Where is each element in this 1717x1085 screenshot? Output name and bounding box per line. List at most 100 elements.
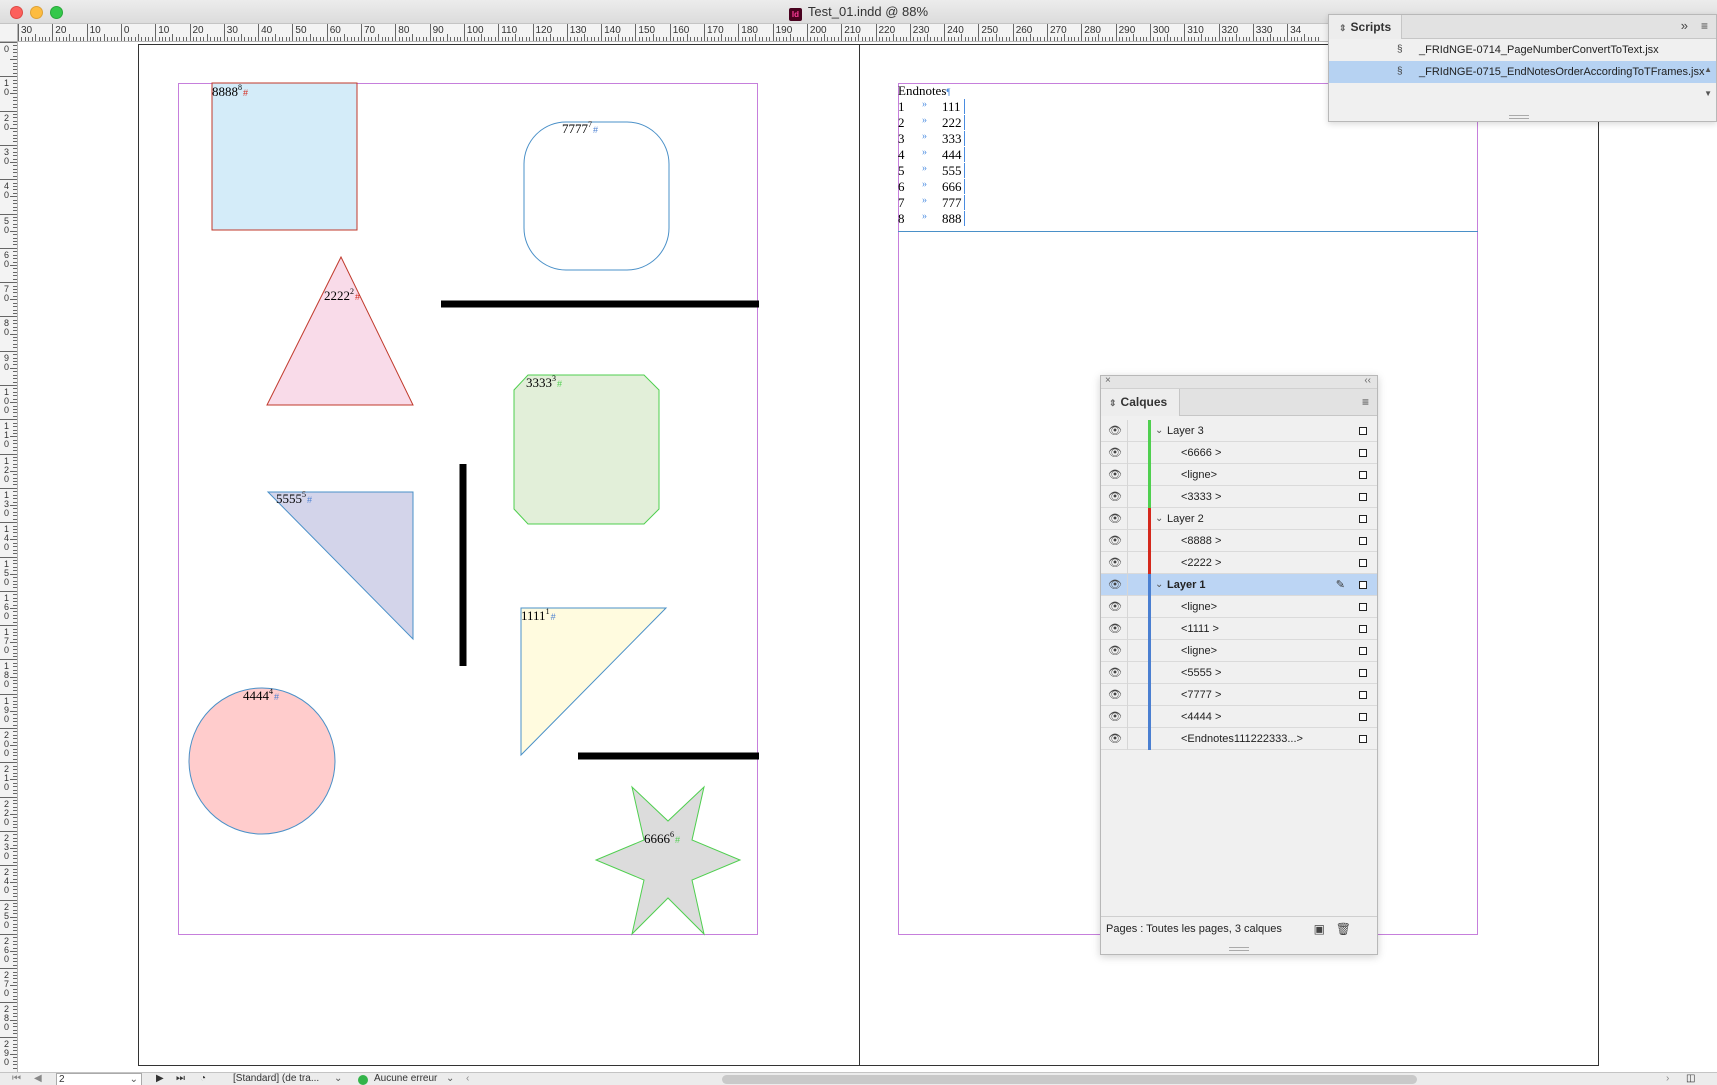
label-1111[interactable]: 11111# [521, 607, 556, 624]
layers-tab[interactable]: ⇕ Calques [1101, 389, 1181, 416]
document-canvas[interactable]: 88888# 77777# 22222# 33333# 55555# 11111… [18, 42, 1717, 1072]
lock-toggle[interactable] [1128, 618, 1148, 640]
select-target-box[interactable] [1359, 735, 1367, 743]
visibility-eye-icon[interactable]: 👁 [1106, 684, 1124, 706]
layer-row-layer3[interactable]: 👁 ⌄ Layer 3 [1101, 420, 1377, 442]
trash-icon[interactable]: 🗑 [1336, 917, 1351, 941]
previous-page-icon[interactable]: ◀ [34, 1073, 42, 1084]
next-page-icon[interactable]: ▶ [156, 1073, 164, 1084]
visibility-eye-icon[interactable]: 👁 [1106, 574, 1124, 596]
layer-item-row[interactable]: 👁 <5555 > [1101, 662, 1377, 684]
scroll-arrow-icon[interactable]: ▲ [1704, 65, 1712, 74]
select-target-box[interactable] [1359, 603, 1367, 611]
layer-item-row[interactable]: 👁 <4444 > [1101, 706, 1377, 728]
label-8888[interactable]: 88888# [212, 83, 248, 100]
disclosure-triangle-icon[interactable]: ⌄ [1155, 574, 1163, 596]
lock-toggle[interactable] [1128, 574, 1148, 596]
panel-menu-icon[interactable]: ≡ [1362, 395, 1369, 409]
select-target-box[interactable] [1359, 537, 1367, 545]
lock-toggle[interactable] [1128, 662, 1148, 684]
lock-toggle[interactable] [1128, 442, 1148, 464]
select-target-box[interactable] [1359, 449, 1367, 457]
layer-item-row[interactable]: 👁 <ligne> [1101, 640, 1377, 662]
lock-toggle[interactable] [1128, 596, 1148, 618]
select-target-box[interactable] [1359, 625, 1367, 633]
script-item[interactable]: § _FRIdNGE-0714_PageNumberConvertToText.j… [1329, 39, 1716, 61]
label-4444[interactable]: 44444# [243, 687, 279, 704]
chevron-down-icon[interactable]: ⌄ [334, 1073, 342, 1084]
horizontal-scrollbar[interactable] [722, 1075, 1417, 1084]
lock-toggle[interactable] [1128, 684, 1148, 706]
select-target-box[interactable] [1359, 559, 1367, 567]
resize-grip[interactable] [1509, 115, 1529, 119]
visibility-eye-icon[interactable]: 👁 [1106, 530, 1124, 552]
lock-toggle[interactable] [1128, 706, 1148, 728]
select-target-box[interactable] [1359, 691, 1367, 699]
layer-item-row[interactable]: 👁 <Endnotes111222333...> [1101, 728, 1377, 750]
new-layer-icon[interactable]: ▣ [1314, 917, 1325, 941]
select-target-box[interactable] [1359, 647, 1367, 655]
script-item-selected[interactable]: § _FRIdNGE-0715_EndNotesOrderAccordingToT… [1329, 61, 1716, 83]
resize-grip[interactable] [1229, 947, 1249, 951]
visibility-eye-icon[interactable]: 👁 [1106, 442, 1124, 464]
select-target-box[interactable] [1359, 515, 1367, 523]
first-page-icon[interactable]: ⏮ [12, 1073, 21, 1084]
select-target-box[interactable] [1359, 427, 1367, 435]
layer-item-row[interactable]: 👁 <7777 > [1101, 684, 1377, 706]
split-view-icon[interactable]: ◫ [1686, 1073, 1695, 1084]
visibility-eye-icon[interactable]: 👁 [1106, 552, 1124, 574]
scroll-left-icon[interactable]: ‹ [466, 1073, 469, 1084]
last-page-icon[interactable]: ⏭ [176, 1073, 185, 1084]
vertical-ruler[interactable]: 0102030405060708090100110120130140150160… [0, 42, 18, 1072]
page-number-field[interactable]: 2 ⌄ [56, 1073, 142, 1085]
lock-toggle[interactable] [1128, 464, 1148, 486]
layer-row-layer2[interactable]: 👁 ⌄ Layer 2 [1101, 508, 1377, 530]
panel-menu-icon[interactable]: ≡ [1701, 19, 1708, 33]
select-target-box[interactable] [1359, 471, 1367, 479]
layer-item-row[interactable]: 👁 <ligne> [1101, 596, 1377, 618]
ruler-origin[interactable] [0, 24, 18, 42]
lock-toggle[interactable] [1128, 420, 1148, 442]
label-6666[interactable]: 66666# [644, 830, 680, 847]
label-2222[interactable]: 22222# [324, 287, 360, 304]
select-target-box[interactable] [1359, 669, 1367, 677]
layer-item-row[interactable]: 👁 <ligne> [1101, 464, 1377, 486]
chevron-down-icon[interactable]: ⌄ [446, 1073, 454, 1084]
visibility-eye-icon[interactable]: 👁 [1106, 420, 1124, 442]
layer-row-layer1[interactable]: 👁 ⌄ Layer 1 ✎ [1101, 574, 1377, 596]
collapse-panel-icon[interactable]: ‹‹ [1364, 375, 1371, 386]
label-5555[interactable]: 55555# [276, 490, 312, 507]
open-document-icon[interactable]: ◔ [200, 1073, 206, 1084]
lock-toggle[interactable] [1128, 728, 1148, 750]
scripts-panel[interactable]: ⇕ Scripts » ≡ § _FRIdNGE-0714_PageNumberCo… [1328, 14, 1717, 122]
expand-panel-icon[interactable]: » [1681, 18, 1688, 33]
chevron-down-icon[interactable]: ⌄ [130, 1074, 138, 1085]
star-6666-shape[interactable] [594, 785, 742, 936]
triangle-1111-shape[interactable] [520, 607, 668, 757]
preflight-profile[interactable]: [Standard] (de tra... [233, 1073, 319, 1084]
triangle-2222-shape[interactable] [266, 255, 414, 406]
disclosure-triangle-icon[interactable]: ⌄ [1155, 420, 1163, 442]
rounded-rect-7777-shape[interactable] [523, 121, 670, 271]
triangle-5555-shape[interactable] [266, 491, 414, 641]
close-panel-icon[interactable]: × [1105, 375, 1111, 386]
scripts-tab[interactable]: ⇕ Scripts [1329, 15, 1403, 39]
label-3333[interactable]: 33333# [526, 374, 562, 391]
visibility-eye-icon[interactable]: 👁 [1106, 706, 1124, 728]
lock-toggle[interactable] [1128, 530, 1148, 552]
layer-item-row[interactable]: 👁 <2222 > [1101, 552, 1377, 574]
select-target-box[interactable] [1359, 493, 1367, 501]
select-target-box[interactable] [1359, 713, 1367, 721]
page-spread[interactable]: 88888# 77777# 22222# 33333# 55555# 11111… [138, 44, 1599, 1066]
scroll-arrow-icon[interactable]: ▼ [1704, 89, 1712, 98]
disclosure-triangle-icon[interactable]: ⌄ [1155, 508, 1163, 530]
visibility-eye-icon[interactable]: 👁 [1106, 728, 1124, 750]
visibility-eye-icon[interactable]: 👁 [1106, 508, 1124, 530]
layer-item-row[interactable]: 👁 <3333 > [1101, 486, 1377, 508]
scroll-right-icon[interactable]: › [1666, 1073, 1669, 1084]
lock-toggle[interactable] [1128, 640, 1148, 662]
layer-item-row[interactable]: 👁 <1111 > [1101, 618, 1377, 640]
select-target-box[interactable] [1359, 581, 1367, 589]
visibility-eye-icon[interactable]: 👁 [1106, 464, 1124, 486]
layers-panel[interactable]: × ‹‹ ⇕ Calques ≡ 👁 ⌄ Layer 3 👁 <6666 > 👁 <lig… [1100, 375, 1378, 955]
